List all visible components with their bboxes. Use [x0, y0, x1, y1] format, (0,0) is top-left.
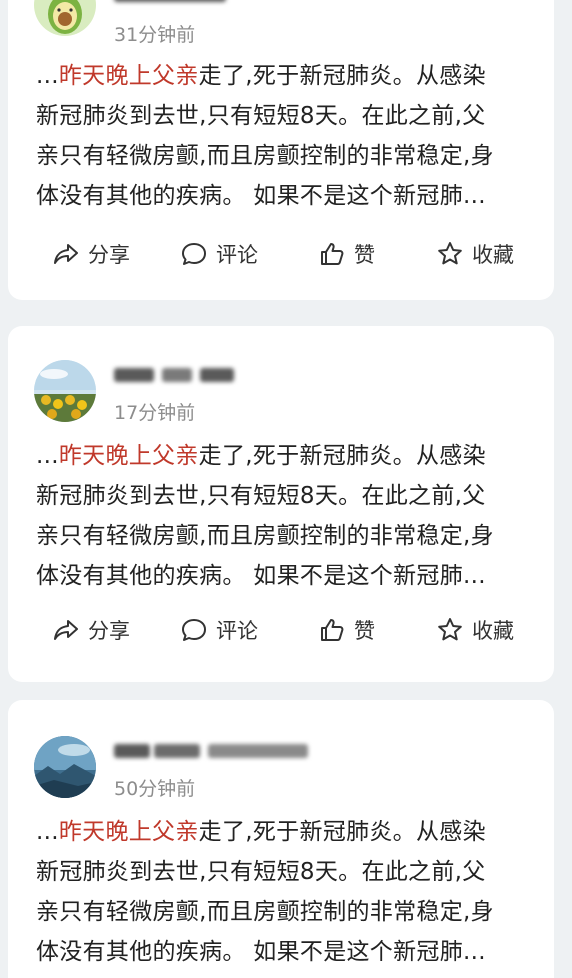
- like-button[interactable]: 赞: [318, 612, 375, 648]
- comment-label: 评论: [216, 243, 258, 267]
- comment-label: 评论: [216, 619, 258, 643]
- post-card[interactable]: 17分钟前 ...昨天晚上父亲走了,死于新冠肺炎。从感染 新冠肺炎到去世,只有短…: [8, 326, 554, 682]
- post-content[interactable]: ...昨天晚上父亲走了,死于新冠肺炎。从感染 新冠肺炎到去世,只有短短8天。在此…: [36, 56, 536, 216]
- share-label: 分享: [88, 619, 130, 643]
- landscape-avatar-image: [34, 736, 96, 798]
- share-button[interactable]: 分享: [52, 612, 130, 648]
- post-feed: 31分钟前 ...昨天晚上父亲走了,死于新冠肺炎。从感染 新冠肺炎到去世,只有短…: [0, 0, 572, 978]
- avatar[interactable]: [34, 0, 96, 36]
- favorite-label: 收藏: [472, 243, 514, 267]
- post-time: 31分钟前: [114, 24, 196, 46]
- post-text-line: 体没有其他的疾病。 如果不是这个新冠肺...: [36, 183, 486, 209]
- username-redacted[interactable]: [114, 364, 244, 386]
- comment-button[interactable]: 评论: [180, 236, 258, 272]
- post-time: 50分钟前: [114, 778, 196, 800]
- comment-icon: [182, 619, 206, 641]
- post-text-line: 亲只有轻微房颤,而且房颤控制的非常稳定,身: [36, 523, 494, 549]
- post-text-line: ...昨天晚上父亲走了,死于新冠肺炎。从感染: [36, 443, 486, 469]
- post-text-line: ...昨天晚上父亲走了,死于新冠肺炎。从感染: [36, 63, 486, 89]
- post-text-line: 新冠肺炎到去世,只有短短8天。在此之前,父: [36, 483, 486, 509]
- post-content[interactable]: ...昨天晚上父亲走了,死于新冠肺炎。从感染 新冠肺炎到去世,只有短短8天。在此…: [36, 436, 536, 596]
- like-icon: [321, 619, 344, 641]
- favorite-button[interactable]: 收藏: [436, 236, 514, 272]
- highlighted-text: 昨天晚上父亲: [58, 443, 199, 469]
- post-content[interactable]: ...昨天晚上父亲走了,死于新冠肺炎。从感染 新冠肺炎到去世,只有短短8天。在此…: [36, 812, 536, 972]
- like-label: 赞: [354, 619, 375, 643]
- post-text-line: 体没有其他的疾病。 如果不是这个新冠肺...: [36, 939, 486, 965]
- avocado-avatar-image: [34, 0, 96, 36]
- comment-button[interactable]: 评论: [180, 612, 258, 648]
- highlighted-text: 昨天晚上父亲: [58, 819, 199, 845]
- favorite-icon: [438, 618, 462, 641]
- like-icon: [321, 243, 344, 265]
- post-text-line: 新冠肺炎到去世,只有短短8天。在此之前,父: [36, 103, 486, 129]
- like-button[interactable]: 赞: [318, 236, 375, 272]
- username-redacted[interactable]: [114, 0, 244, 6]
- sunflower-avatar-image: [34, 360, 96, 422]
- post-actions: 分享 评论 赞 收藏: [52, 236, 532, 272]
- post-time: 17分钟前: [114, 402, 196, 424]
- share-icon: [54, 244, 78, 264]
- favorite-icon: [438, 242, 462, 265]
- like-label: 赞: [354, 243, 375, 267]
- post-actions: 分享 评论 赞 收藏: [52, 612, 532, 648]
- highlighted-text: 昨天晚上父亲: [58, 63, 199, 89]
- share-button[interactable]: 分享: [52, 236, 130, 272]
- avatar[interactable]: [34, 360, 96, 422]
- avatar[interactable]: [34, 736, 96, 798]
- post-text-line: ...昨天晚上父亲走了,死于新冠肺炎。从感染: [36, 819, 486, 845]
- share-label: 分享: [88, 243, 130, 267]
- post-card[interactable]: 50分钟前 ...昨天晚上父亲走了,死于新冠肺炎。从感染 新冠肺炎到去世,只有短…: [8, 700, 554, 978]
- post-card[interactable]: 31分钟前 ...昨天晚上父亲走了,死于新冠肺炎。从感染 新冠肺炎到去世,只有短…: [8, 0, 554, 300]
- share-icon: [54, 620, 78, 640]
- post-text-line: 新冠肺炎到去世,只有短短8天。在此之前,父: [36, 859, 486, 885]
- post-text-line: 体没有其他的疾病。 如果不是这个新冠肺...: [36, 563, 486, 589]
- post-text-line: 亲只有轻微房颤,而且房颤控制的非常稳定,身: [36, 899, 494, 925]
- username-redacted[interactable]: [114, 740, 308, 762]
- favorite-label: 收藏: [472, 619, 514, 643]
- comment-icon: [182, 243, 206, 265]
- post-text-line: 亲只有轻微房颤,而且房颤控制的非常稳定,身: [36, 143, 494, 169]
- favorite-button[interactable]: 收藏: [436, 612, 514, 648]
